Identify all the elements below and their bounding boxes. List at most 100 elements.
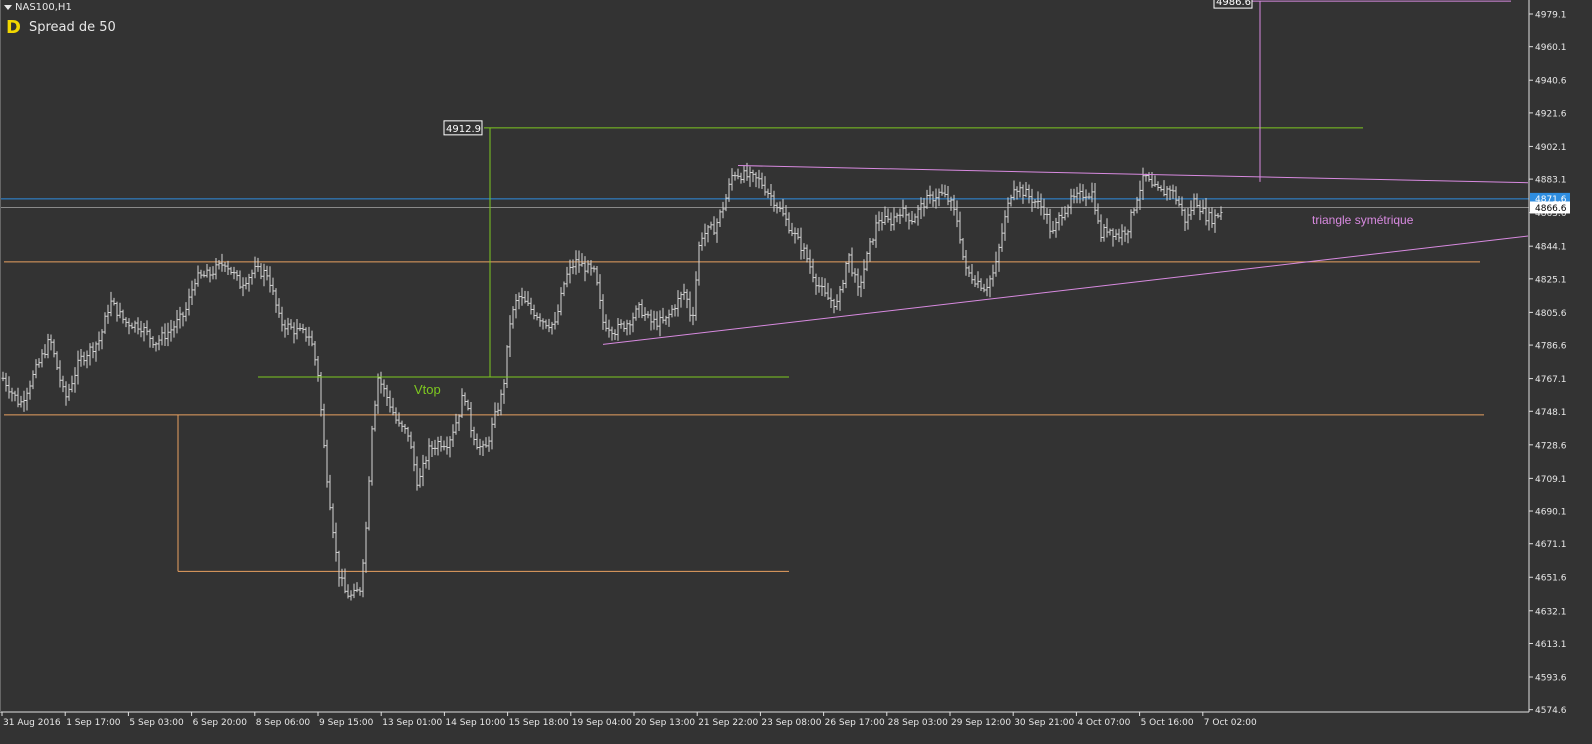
ohlc-bar <box>1156 181 1160 191</box>
ohlc-bar <box>1048 208 1052 239</box>
ohlc-bar <box>454 413 458 435</box>
ohlc-bar <box>1021 184 1025 204</box>
ohlc-bar <box>754 172 758 188</box>
ohlc-bar <box>304 327 308 342</box>
ohlc-bar <box>1138 180 1142 211</box>
ohlc-bar <box>1171 184 1175 199</box>
ohlc-bar <box>1084 189 1088 207</box>
ohlc-bar <box>445 436 449 455</box>
ohlc-bar <box>961 238 965 261</box>
time-tick-label: 26 Sep 17:00 <box>825 718 885 728</box>
ohlc-bar <box>10 387 14 402</box>
ohlc-bar <box>298 323 302 332</box>
ohlc-bar <box>574 250 578 275</box>
ohlc-bar <box>613 329 617 340</box>
ohlc-bar <box>1045 207 1049 224</box>
ohlc-bar <box>1186 207 1190 230</box>
chevron-down-icon[interactable] <box>4 5 12 10</box>
triangle-upper-line[interactable] <box>737 165 1529 184</box>
ohlc-bar <box>973 275 977 287</box>
ohlc-bar <box>283 319 287 338</box>
ohlc-bar <box>877 211 881 232</box>
ohlc-bar <box>1042 198 1046 220</box>
time-tick-label: 30 Sep 21:00 <box>1014 718 1074 728</box>
ohlc-bar <box>418 468 422 488</box>
ohlc-bar <box>634 305 638 321</box>
ohlc-bar <box>1009 194 1013 207</box>
ohlc-bar <box>112 297 116 306</box>
ohlc-bar <box>181 311 185 327</box>
vtop-label: Vtop <box>414 382 441 397</box>
ohlc-bar <box>319 372 323 417</box>
ohlc-bar <box>511 306 515 329</box>
ohlc-bar <box>1060 206 1064 226</box>
ohlc-bar <box>376 373 380 414</box>
ohlc-bar <box>610 326 614 341</box>
ohlc-bar <box>1141 167 1145 201</box>
ohlc-bar <box>211 266 215 280</box>
ohlc-bar <box>568 259 572 284</box>
ohlc-bar <box>1201 199 1205 215</box>
ohlc-bar <box>718 209 722 228</box>
ohlc-bar <box>682 283 686 300</box>
ohlc-bar <box>1006 197 1010 223</box>
ohlc-bar <box>607 319 611 338</box>
ohlc-bar <box>670 305 674 318</box>
triangle-lower-line[interactable] <box>602 235 1529 345</box>
ohlc-bar <box>799 227 803 260</box>
chart-header[interactable]: NAS100,H1 <box>4 2 72 13</box>
time-tick-label: 20 Sep 13:00 <box>635 718 695 728</box>
ohlc-bar <box>1174 186 1178 205</box>
ohlc-bar <box>250 269 254 285</box>
ohlc-bar <box>1105 218 1109 238</box>
ohlc-bar <box>658 310 662 337</box>
ohlc-bar <box>313 340 317 366</box>
ohlc-bar <box>292 322 296 344</box>
ohlc-bar <box>361 559 365 598</box>
ohlc-bar <box>1168 185 1172 200</box>
ohlc-bar <box>1069 188 1073 215</box>
ohlc-bar <box>1219 206 1223 221</box>
ohlc-bar <box>790 222 794 237</box>
ohlc-bar <box>889 212 893 232</box>
ohlc-bar <box>874 214 878 248</box>
ohlc-bar <box>520 287 524 306</box>
ohlc-bar <box>898 208 902 224</box>
ohlc-bar <box>715 218 719 243</box>
ohlc-bar <box>637 302 641 318</box>
ohlc-bar <box>364 521 368 573</box>
ohlc-bar <box>598 274 602 310</box>
ohlc-bar <box>466 399 470 411</box>
ohlc-bar <box>760 172 764 189</box>
ohlc-bar <box>325 439 329 488</box>
ohlc-bar <box>604 314 608 332</box>
ohlc-bar <box>328 474 332 511</box>
ohlc-bar <box>406 426 410 442</box>
ohlc-bar <box>685 289 689 309</box>
ohlc-bar <box>817 276 821 293</box>
ohlc-bar <box>697 241 701 286</box>
ohlc-bar <box>1153 175 1157 187</box>
time-tick-label: 9 Sep 15:00 <box>319 718 374 728</box>
ohlc-bar <box>694 271 698 321</box>
ohlc-bar <box>1015 186 1019 200</box>
ohlc-bar <box>52 339 56 358</box>
ohlc-bar <box>691 306 695 326</box>
ohlc-bar <box>955 200 959 228</box>
ohlc-bar <box>1096 203 1100 224</box>
ohlc-bar <box>1204 198 1208 226</box>
ohlc-bar <box>343 568 347 594</box>
ohlc-bar <box>802 243 806 259</box>
ohlc-bar <box>853 268 857 283</box>
ohlc-bar <box>85 350 89 369</box>
ohlc-bar <box>553 312 557 330</box>
ohlc-bar <box>736 168 740 180</box>
ohlc-bar <box>988 275 992 298</box>
ohlc-bar <box>640 299 644 319</box>
ohlc-bar <box>1198 200 1202 221</box>
ohlc-bar <box>805 244 809 263</box>
price-chart[interactable]: Vtop 4912.9 4986.6 triangle symétrique 4979… <box>0 0 1592 744</box>
ohlc-bar <box>370 425 374 486</box>
ohlc-bar <box>892 207 896 231</box>
ohlc-bar <box>739 172 743 184</box>
